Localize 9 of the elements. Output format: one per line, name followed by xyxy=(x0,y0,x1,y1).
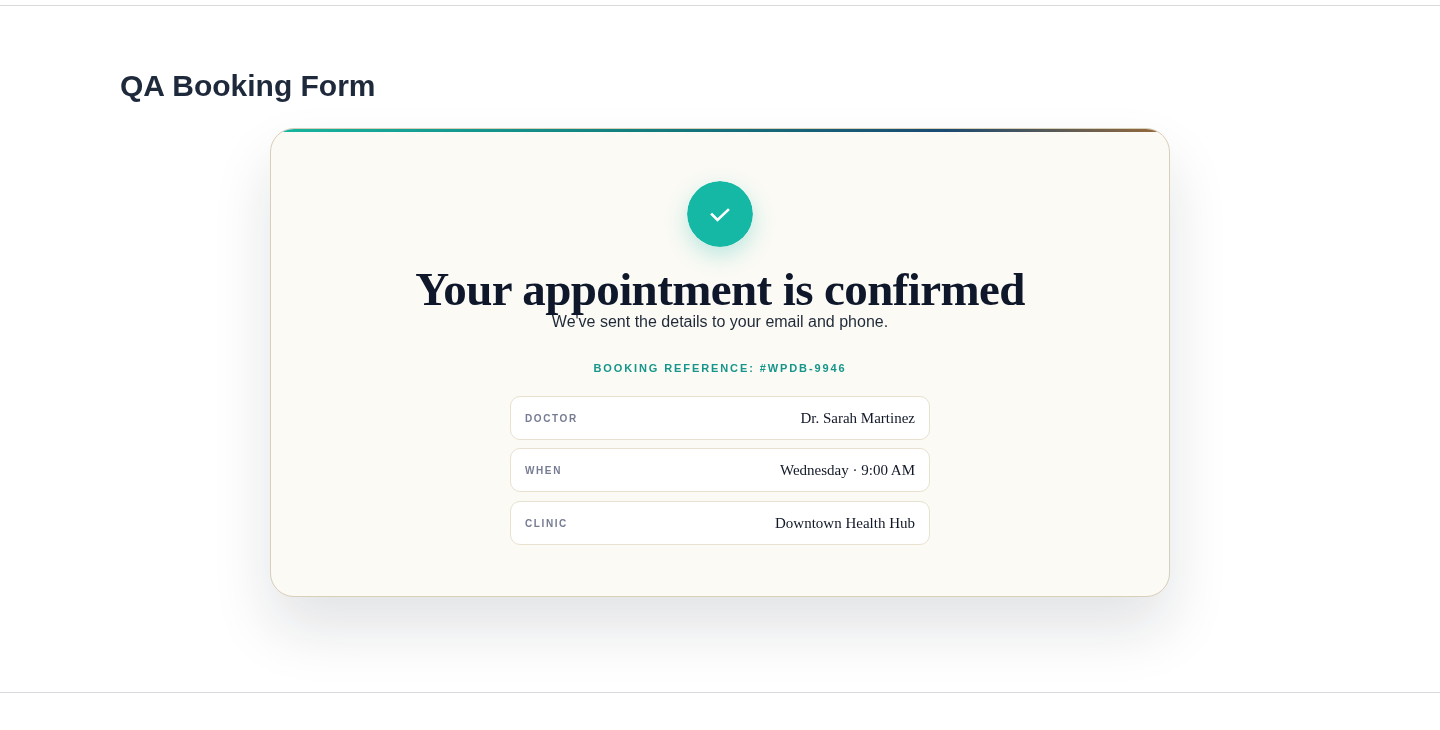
detail-label: CLINIC xyxy=(525,517,568,529)
detail-value: Downtown Health Hub xyxy=(775,514,915,532)
booking-reference: BOOKING REFERENCE: #WPDB-9946 xyxy=(593,361,847,375)
detail-value: Wednesday · 9:00 AM xyxy=(779,461,915,479)
detail-value: Dr. Sarah Martinez xyxy=(800,409,915,427)
check-icon xyxy=(687,181,753,247)
page-title: QA Booking Form xyxy=(120,68,376,104)
detail-label: DOCTOR xyxy=(525,412,578,424)
detail-label: WHEN xyxy=(525,464,562,476)
